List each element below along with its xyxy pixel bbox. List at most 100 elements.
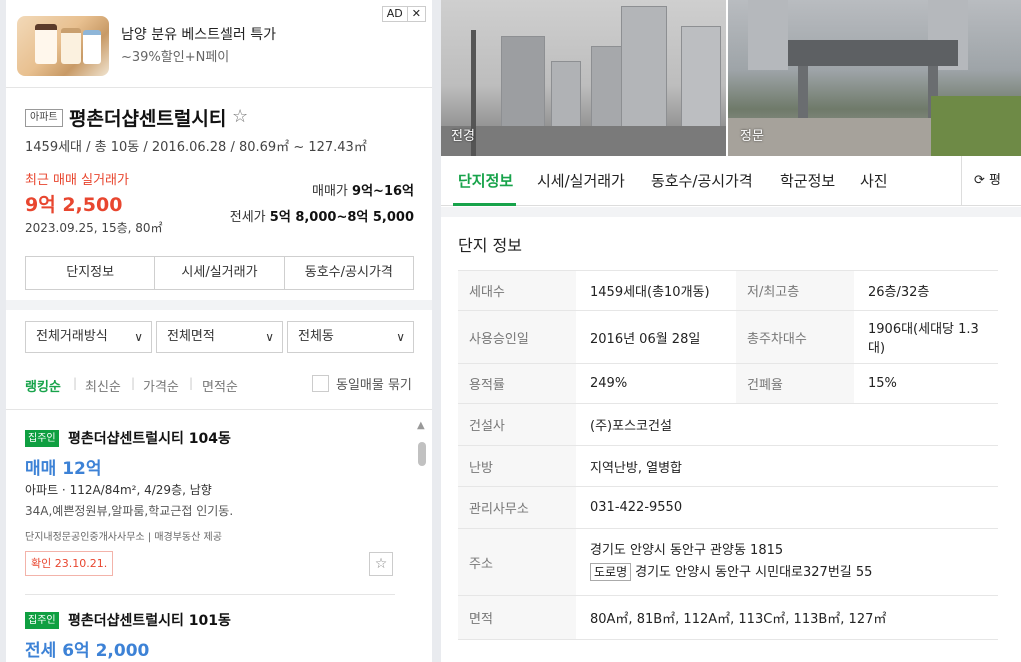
info-value: 80A㎡, 81B㎡, 112A㎡, 113C㎡, 113B㎡, 127㎡ [590, 612, 887, 627]
info-key: 용적률 [458, 363, 576, 404]
area-select[interactable]: 전체면적 ∨ [156, 321, 283, 353]
ad-badge: AD ✕ [381, 6, 426, 22]
tab-school[interactable]: 학군정보 [780, 170, 835, 191]
ad-product-image[interactable] [17, 16, 109, 76]
listing-name[interactable]: 평촌더샵센트럴시티 101동 [68, 610, 231, 630]
listing-spec: 아파트 · 112A/84m², 4/29층, 남향 [25, 483, 212, 497]
section-title: 단지 정보 [458, 236, 522, 255]
table-row: 난방 지역난방, 열병합 [458, 445, 998, 487]
sale-price-range: 매매가 9억~16억 [312, 180, 414, 199]
group-duplicates-toggle[interactable]: 동일매물 묶기 [312, 374, 412, 393]
refresh-button[interactable]: ⟳ 평 [961, 156, 1021, 206]
ad-close-icon[interactable]: ✕ [406, 7, 425, 21]
road-name-tag: 도로명 [590, 563, 632, 581]
lot-address: 경기도 안양시 동안구 관양동 1815 [590, 543, 784, 558]
complex-meta: 1459세대 / 총 10동 / 2016.06.28 / 80.69㎡ ~ 1… [25, 140, 367, 155]
chevron-down-icon: ∨ [396, 330, 405, 344]
sort-separator: | [189, 376, 194, 390]
list-item[interactable]: 집주인 평촌더샵센트럴시티 101동 전세 6억 2,000 [6, 612, 416, 662]
listing-description: 34A,예쁜정원뷰,알파룸,학교근접 인기동. [25, 504, 234, 518]
info-value: 1459세대(총10개동) [590, 285, 710, 300]
divider [441, 207, 1021, 217]
table-row: 세대수 1459세대(총10개동) 저/최고층 26층/32층 [458, 270, 998, 311]
star-icon[interactable]: ☆ [369, 552, 393, 576]
sort-ranking[interactable]: 랭킹순 [25, 376, 61, 395]
table-row: 면적 80A㎡, 81B㎡, 112A㎡, 113C㎡, 113B㎡, 127㎡ [458, 595, 998, 640]
group-duplicates-label: 동일매물 묶기 [336, 378, 412, 393]
info-key: 주소 [458, 528, 576, 596]
sale-price-label: 매매가 [312, 184, 348, 199]
ad-subtitle: ~39%할인+N페이 [121, 50, 230, 65]
sort-area[interactable]: 면적순 [202, 376, 238, 395]
complex-info-table: 세대수 1459세대(총10개동) 저/최고층 26층/32층 사용승인일 20… [458, 270, 998, 640]
trade-type-value: 전체거래방식 [36, 329, 108, 344]
owner-tag: 집주인 [25, 430, 59, 447]
sort-latest[interactable]: 최신순 [85, 376, 121, 395]
info-key: 저/최고층 [736, 270, 854, 311]
sale-price-value: 9억~16억 [352, 184, 414, 199]
listing-confirm-badge: 확인 23.10.21. [25, 551, 114, 576]
tab-photos[interactable]: 사진 [860, 170, 888, 191]
road-address-text: 경기도 안양시 동안구 시민대로327번길 55 [635, 565, 873, 580]
listing-name[interactable]: 평촌더샵센트럴시티 104동 [68, 428, 231, 448]
chevron-down-icon: ∨ [134, 330, 143, 344]
tab-unit-price[interactable]: 동호수/공시가격 [651, 170, 753, 191]
table-row: 주소 경기도 안양시 동안구 관양동 1815 도로명 경기도 안양시 동안구 시… [458, 528, 998, 596]
info-value: 15% [868, 376, 897, 391]
info-value: 1906대(세대당 1.3대) [868, 322, 979, 356]
favorite-star-icon[interactable]: ☆ [232, 106, 248, 127]
info-key: 세대수 [458, 270, 576, 311]
table-row: 용적률 249% 건폐율 15% [458, 363, 998, 404]
checkbox[interactable] [312, 375, 329, 392]
recent-trade-label: 최근 매매 실거래가 [25, 173, 129, 188]
tab-price[interactable]: 시세/실거래가 [537, 170, 625, 191]
info-value: 2016년 06월 28일 [590, 331, 701, 347]
jeonse-price-range: 전세가 5억 8,000~8억 5,000 [230, 206, 414, 225]
property-type-tag: 아파트 [25, 109, 63, 127]
ad-banner[interactable]: 남양 분유 베스트셀러 특가 ~39%할인+N페이 AD ✕ [6, 0, 432, 88]
sort-price[interactable]: 가격순 [143, 376, 179, 395]
listing-agent: 단지내정문공인중개사사무소 | 매경부동산 제공 [25, 532, 222, 543]
info-key: 난방 [458, 445, 576, 487]
info-key: 사용승인일 [458, 310, 576, 364]
listing-price: 전세 6억 2,000 [25, 641, 150, 661]
divider [25, 594, 395, 595]
list-scrollbar[interactable]: ▲ [415, 420, 429, 662]
photo-panorama[interactable]: 전경 [441, 0, 726, 156]
summary-tab-complex-info[interactable]: 단지정보 [26, 257, 156, 289]
recent-trade-price: 9억 2,500 [25, 194, 123, 216]
complex-name: 평촌더샵센트럴시티 [69, 108, 227, 130]
summary-tab-price[interactable]: 시세/실거래가 [155, 257, 285, 289]
dong-value: 전체동 [298, 329, 334, 344]
complex-summary: 아파트 평촌더샵센트럴시티 ☆ 1459세대 / 총 10동 / 2016.06… [6, 88, 432, 310]
trade-type-select[interactable]: 전체거래방식 ∨ [25, 321, 152, 353]
info-value: 249% [590, 376, 628, 391]
area-value: 전체면적 [167, 329, 215, 344]
scroll-thumb[interactable] [418, 442, 426, 466]
active-tab-indicator [453, 203, 516, 206]
summary-tab-unit[interactable]: 동호수/공시가격 [285, 257, 413, 289]
info-value: 031-422-9550 [590, 500, 683, 515]
table-row: 사용승인일 2016년 06월 28일 총주차대수 1906대(세대당 1.3대… [458, 310, 998, 364]
info-value: 26층/32층 [868, 285, 930, 300]
ad-title[interactable]: 남양 분유 베스트셀러 특가 [121, 24, 276, 44]
ad-label: AD [386, 7, 403, 20]
info-key: 총주차대수 [736, 310, 854, 364]
listing-panel: 남양 분유 베스트셀러 특가 ~39%할인+N페이 AD ✕ 아파트 평촌더샵센… [6, 0, 432, 662]
complex-detail-panel: 전경 정문 단지정보 시세/실거래가 동호수/공시가격 학군정보 사진 ⟳ 평 … [441, 0, 1021, 662]
chevron-down-icon: ∨ [265, 330, 274, 344]
info-key: 관리사무소 [458, 486, 576, 529]
info-key: 건폐율 [736, 363, 854, 404]
list-item[interactable]: 집주인 평촌더샵센트럴시티 104동 매매 12억 아파트 · 112A/84m… [6, 430, 416, 600]
info-key: 건설사 [458, 403, 576, 446]
info-key: 면적 [458, 595, 576, 640]
address-cell: 경기도 안양시 동안구 관양동 1815 도로명 경기도 안양시 동안구 시민대로… [576, 529, 998, 596]
recent-trade-date: 2023.09.25, 15층, 80㎡ [25, 221, 163, 235]
info-value: 지역난방, 열병합 [590, 460, 682, 476]
photo-main-gate[interactable]: 정문 [728, 0, 1021, 156]
summary-tabs: 단지정보 시세/실거래가 동호수/공시가격 [25, 256, 414, 290]
tab-complex-info[interactable]: 단지정보 [458, 170, 513, 191]
jeonse-price-label: 전세가 [229, 210, 266, 225]
scroll-up-icon[interactable]: ▲ [417, 420, 425, 431]
dong-select[interactable]: 전체동 ∨ [287, 321, 414, 353]
